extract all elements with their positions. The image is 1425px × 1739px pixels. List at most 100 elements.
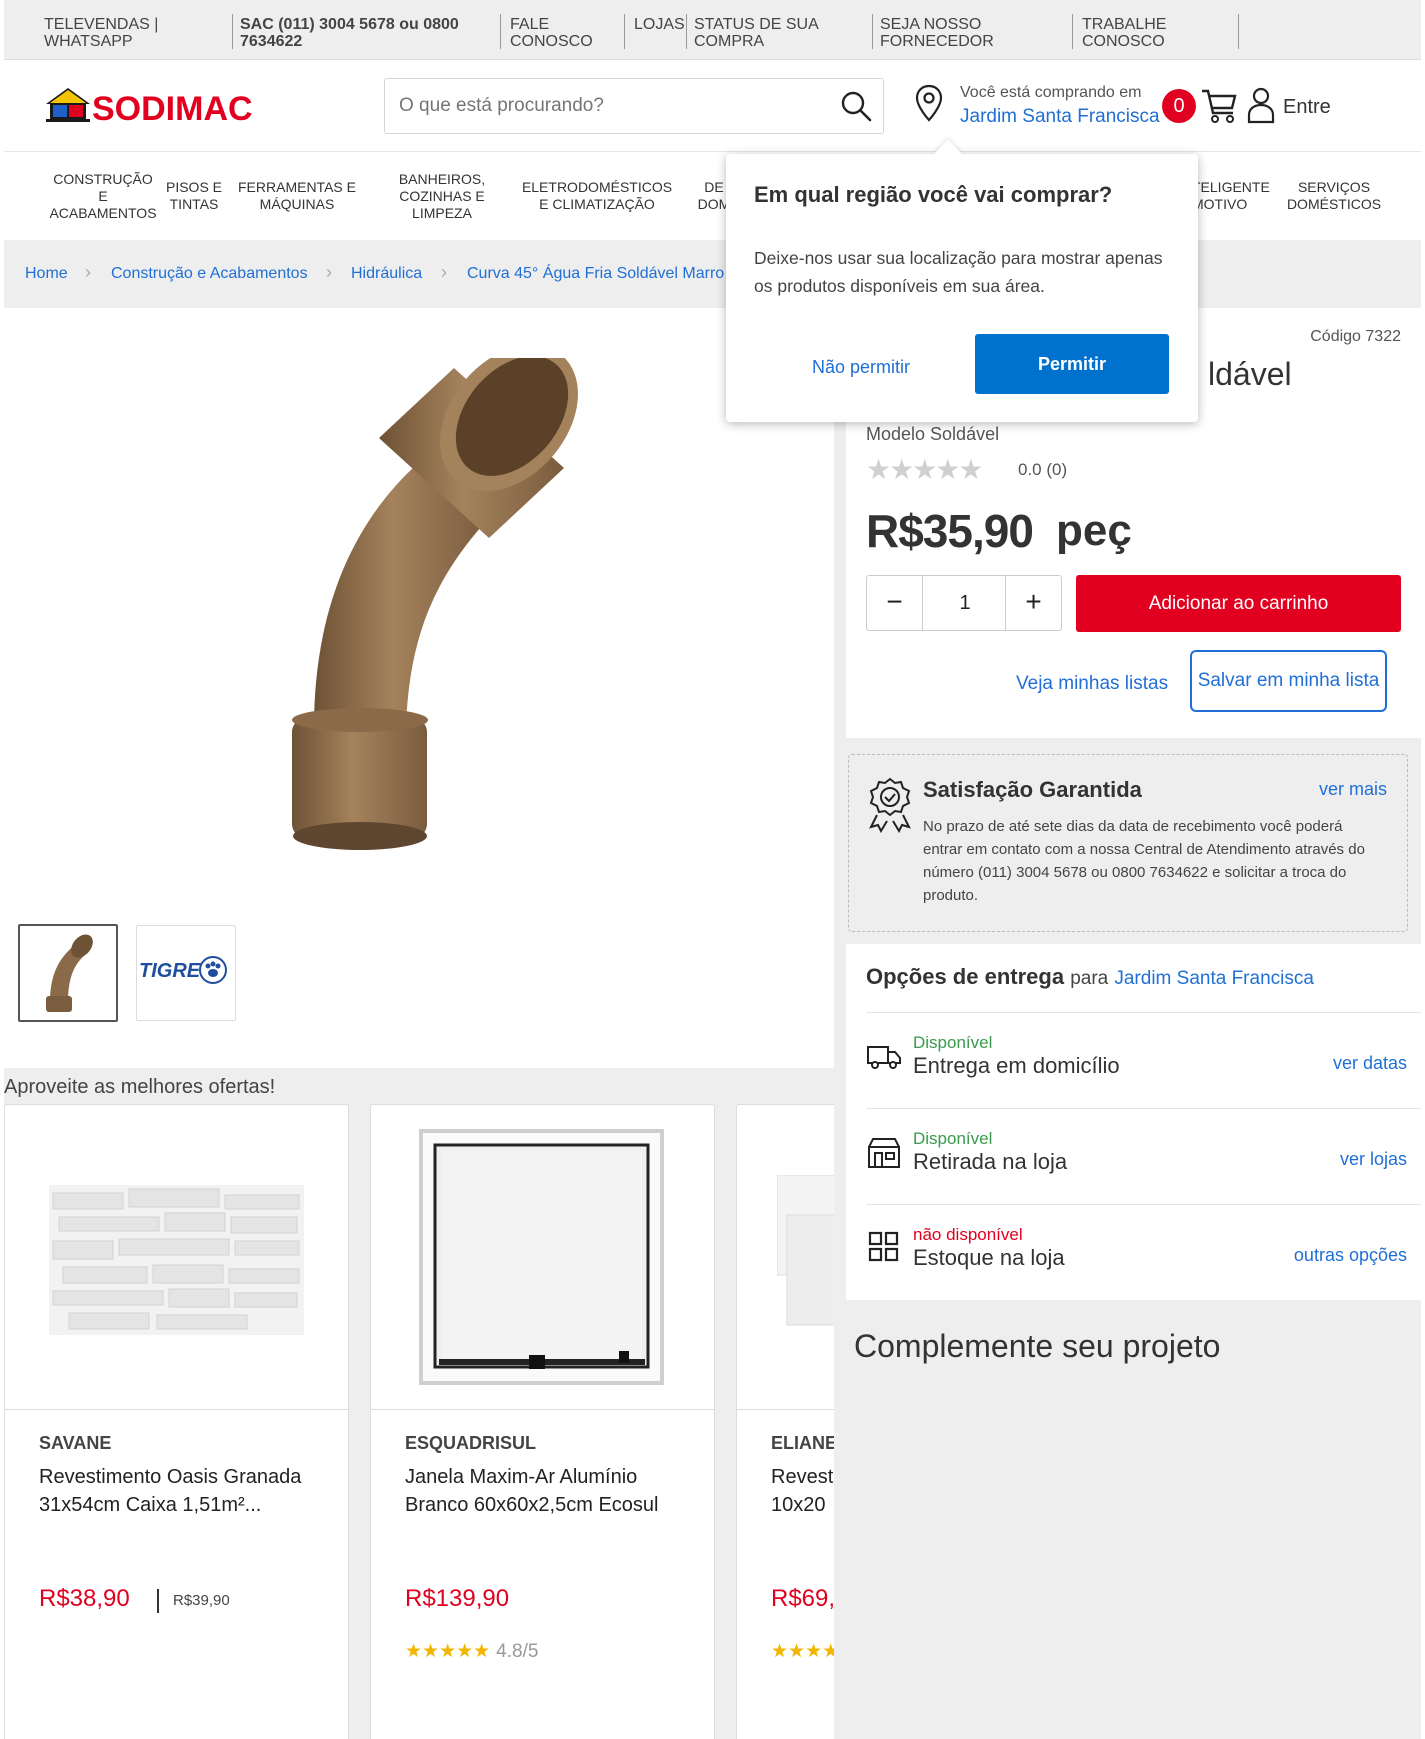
search-icon[interactable] — [839, 89, 873, 123]
divider — [1238, 14, 1239, 49]
trabalhe-conosco-link[interactable]: TRABALHE CONOSCO — [1082, 16, 1212, 50]
add-to-cart-button[interactable]: Adicionar ao carrinho — [1076, 575, 1401, 632]
site-header: SODIMAC Você está comprando em Jardim Sa… — [4, 60, 1421, 152]
nav-automotivo-partial[interactable]: TELIGENTE MOTIVO — [1192, 152, 1278, 240]
quantity-stepper: − 1 + — [866, 575, 1062, 631]
fale-conosco-link[interactable]: FALE CONOSCO — [510, 16, 610, 50]
save-list-button[interactable]: Salvar em minha lista — [1190, 650, 1387, 712]
sac-link[interactable]: SAC (011) 3004 5678 ou 0800 7634622 — [240, 16, 490, 50]
quantity-value[interactable]: 1 — [923, 576, 1007, 630]
offer-price: R$139,90 — [405, 1585, 510, 1612]
delivery-header: Opções de entrega para Jardim Santa Fran… — [866, 964, 1314, 990]
grid-icon — [866, 1229, 902, 1265]
delivery-name: Retirada na loja — [913, 1149, 1068, 1174]
truck-icon — [866, 1037, 902, 1073]
nav-pisos[interactable]: PISOS E TINTAS — [164, 152, 224, 240]
product-price: R$35,90 — [866, 505, 1034, 557]
rating-score: 0.0 (0) — [1018, 460, 1067, 480]
location-selector[interactable]: Você está comprando em Jardim Santa Fran… — [914, 80, 1164, 134]
status-compra-link[interactable]: STATUS DE SUA COMPRA — [694, 16, 844, 50]
delivery-for: para — [1070, 968, 1109, 989]
televendas-link[interactable]: TELEVENDAS | WHATSAPP — [44, 16, 224, 50]
fornecedor-link[interactable]: SEJA NOSSO FORNECEDOR — [880, 16, 1030, 50]
offer-name[interactable]: Revest 10x20 — [771, 1463, 833, 1519]
thumbnail-brand[interactable]: TIGRE — [136, 925, 236, 1021]
product-info-column: Código 7322 ldável Modelo Soldável ★★★★★… — [834, 308, 1421, 1739]
offer-name[interactable]: Revestimento Oasis Granada 31x54cm Caixa… — [39, 1463, 329, 1519]
offer-brand: ESQUADRISUL — [405, 1433, 537, 1453]
breadcrumb-construcao[interactable]: Construção e Acabamentos — [111, 265, 308, 283]
stone-tile-image — [49, 1185, 304, 1335]
delivery-link[interactable]: ver datas — [1333, 1053, 1407, 1074]
divider — [686, 14, 687, 49]
my-lists-link[interactable]: Veja minhas listas — [1016, 673, 1168, 695]
lojas-link[interactable]: LOJAS — [634, 16, 694, 33]
location-label: Você está comprando em — [960, 84, 1142, 101]
chevron-right-icon: › — [85, 262, 91, 282]
thumbnail-product[interactable] — [18, 924, 118, 1022]
satisfaction-box: Satisfação Garantida ver mais No prazo d… — [848, 754, 1408, 932]
delivery-link[interactable]: outras opções — [1294, 1245, 1407, 1266]
divider — [872, 14, 873, 49]
chevron-right-icon: › — [326, 262, 332, 282]
divider — [1072, 14, 1073, 49]
sodimac-logo[interactable]: SODIMAC — [44, 86, 279, 128]
delivery-row-stock: não disponível Estoque na loja outras op… — [866, 1204, 1421, 1300]
cart-icon[interactable] — [1200, 85, 1238, 125]
location-permission-popup: Em qual região você vai comprar? Deixe-n… — [726, 154, 1198, 422]
allow-button[interactable]: Permitir — [975, 334, 1169, 394]
delivery-status: não disponível — [913, 1225, 1023, 1244]
login-link[interactable]: Entre — [1283, 96, 1331, 119]
product-code: Código 7322 — [1310, 328, 1401, 345]
nav-servicos[interactable]: SERVIÇOS DOMÉSTICOS — [1284, 152, 1384, 240]
offer-card[interactable]: SAVANE Revestimento Oasis Granada 31x54c… — [4, 1104, 349, 1739]
offer-name[interactable]: Janela Maxim-Ar Alumínio Branco 60x60x2,… — [405, 1463, 695, 1519]
minus-icon[interactable]: − — [867, 576, 923, 630]
delivery-name: Estoque na loja — [913, 1245, 1065, 1270]
nav-ferramentas[interactable]: FERRAMENTAS E MÁQUINAS — [230, 152, 364, 240]
breadcrumb-home[interactable]: Home — [25, 265, 68, 283]
user-icon[interactable] — [1244, 85, 1278, 125]
breadcrumb-hidraulica[interactable]: Hidráulica — [351, 265, 422, 283]
paw-icon — [199, 956, 227, 984]
offer-image — [737, 1105, 834, 1410]
product-gallery: TIGRE — [4, 308, 834, 1068]
offer-card[interactable]: ESQUADRISUL Janela Maxim-Ar Alumínio Bra… — [370, 1104, 715, 1739]
store-icon — [866, 1133, 902, 1169]
delivery-options: Opções de entrega para Jardim Santa Fran… — [846, 944, 1421, 1300]
delivery-status: Disponível — [913, 1129, 993, 1148]
divider — [500, 14, 501, 49]
delivery-link[interactable]: ver lojas — [1340, 1149, 1407, 1170]
popup-description: Deixe-nos usar sua localização para most… — [754, 248, 1163, 296]
delivery-row-home: Disponível Entrega em domicílio ver data… — [866, 1012, 1421, 1108]
location-city[interactable]: Jardim Santa Francisca — [960, 106, 1160, 128]
star-rating-icon: ★★★★★ — [771, 1641, 834, 1662]
star-rating-icon: ★★★★★ — [866, 454, 984, 485]
category-nav: CONSTRUÇÃO E ACABAMENTOS PISOS E TINTAS … — [4, 152, 1421, 240]
offer-price: R$38,90 — [39, 1585, 130, 1612]
nav-eletrodomesticos[interactable]: ELETRODOMÉSTICOS E CLIMATIZAÇÃO — [522, 152, 672, 240]
deny-button[interactable]: Não permitir — [786, 342, 936, 392]
breadcrumb: Home › Construção e Acabamentos › Hidráu… — [4, 240, 1421, 308]
offer-brand: SAVANE — [39, 1433, 112, 1453]
price-unit: peç — [1056, 506, 1132, 555]
badge-check-icon — [867, 777, 913, 834]
delivery-city-link[interactable]: Jardim Santa Francisca — [1114, 968, 1314, 989]
search-input[interactable] — [385, 79, 815, 133]
nav-banheiros[interactable]: BANHEIROS, COZINHAS E LIMPEZA — [392, 152, 492, 240]
reviews-count[interactable]: (0) — [1046, 460, 1067, 479]
product-model: Modelo Soldável — [866, 424, 1000, 444]
nav-construcao[interactable]: CONSTRUÇÃO E ACABAMENTOS — [48, 152, 158, 240]
breadcrumb-current[interactable]: Curva 45° Água Fria Soldável Marro — [467, 265, 724, 283]
plus-icon[interactable]: + — [1005, 576, 1061, 630]
delivery-name: Entrega em domicílio — [913, 1053, 1120, 1078]
divider — [232, 14, 233, 49]
delivery-row-pickup: Disponível Retirada na loja ver lojas — [866, 1108, 1421, 1204]
top-utility-bar: TELEVENDAS | WHATSAPP SAC (011) 3004 567… — [4, 0, 1421, 60]
offers-title: Aproveite as melhores ofertas! — [4, 1076, 276, 1098]
offer-card[interactable]: ELIANE Revest 10x20 R$69, ★★★★★ — [736, 1104, 834, 1739]
offer-old-price: R$39,90 — [157, 1589, 230, 1613]
offer-rating-value: 4.8/5 — [496, 1641, 539, 1662]
satisfaction-more-link[interactable]: ver mais — [1319, 779, 1387, 800]
product-image[interactable] — [274, 358, 604, 858]
